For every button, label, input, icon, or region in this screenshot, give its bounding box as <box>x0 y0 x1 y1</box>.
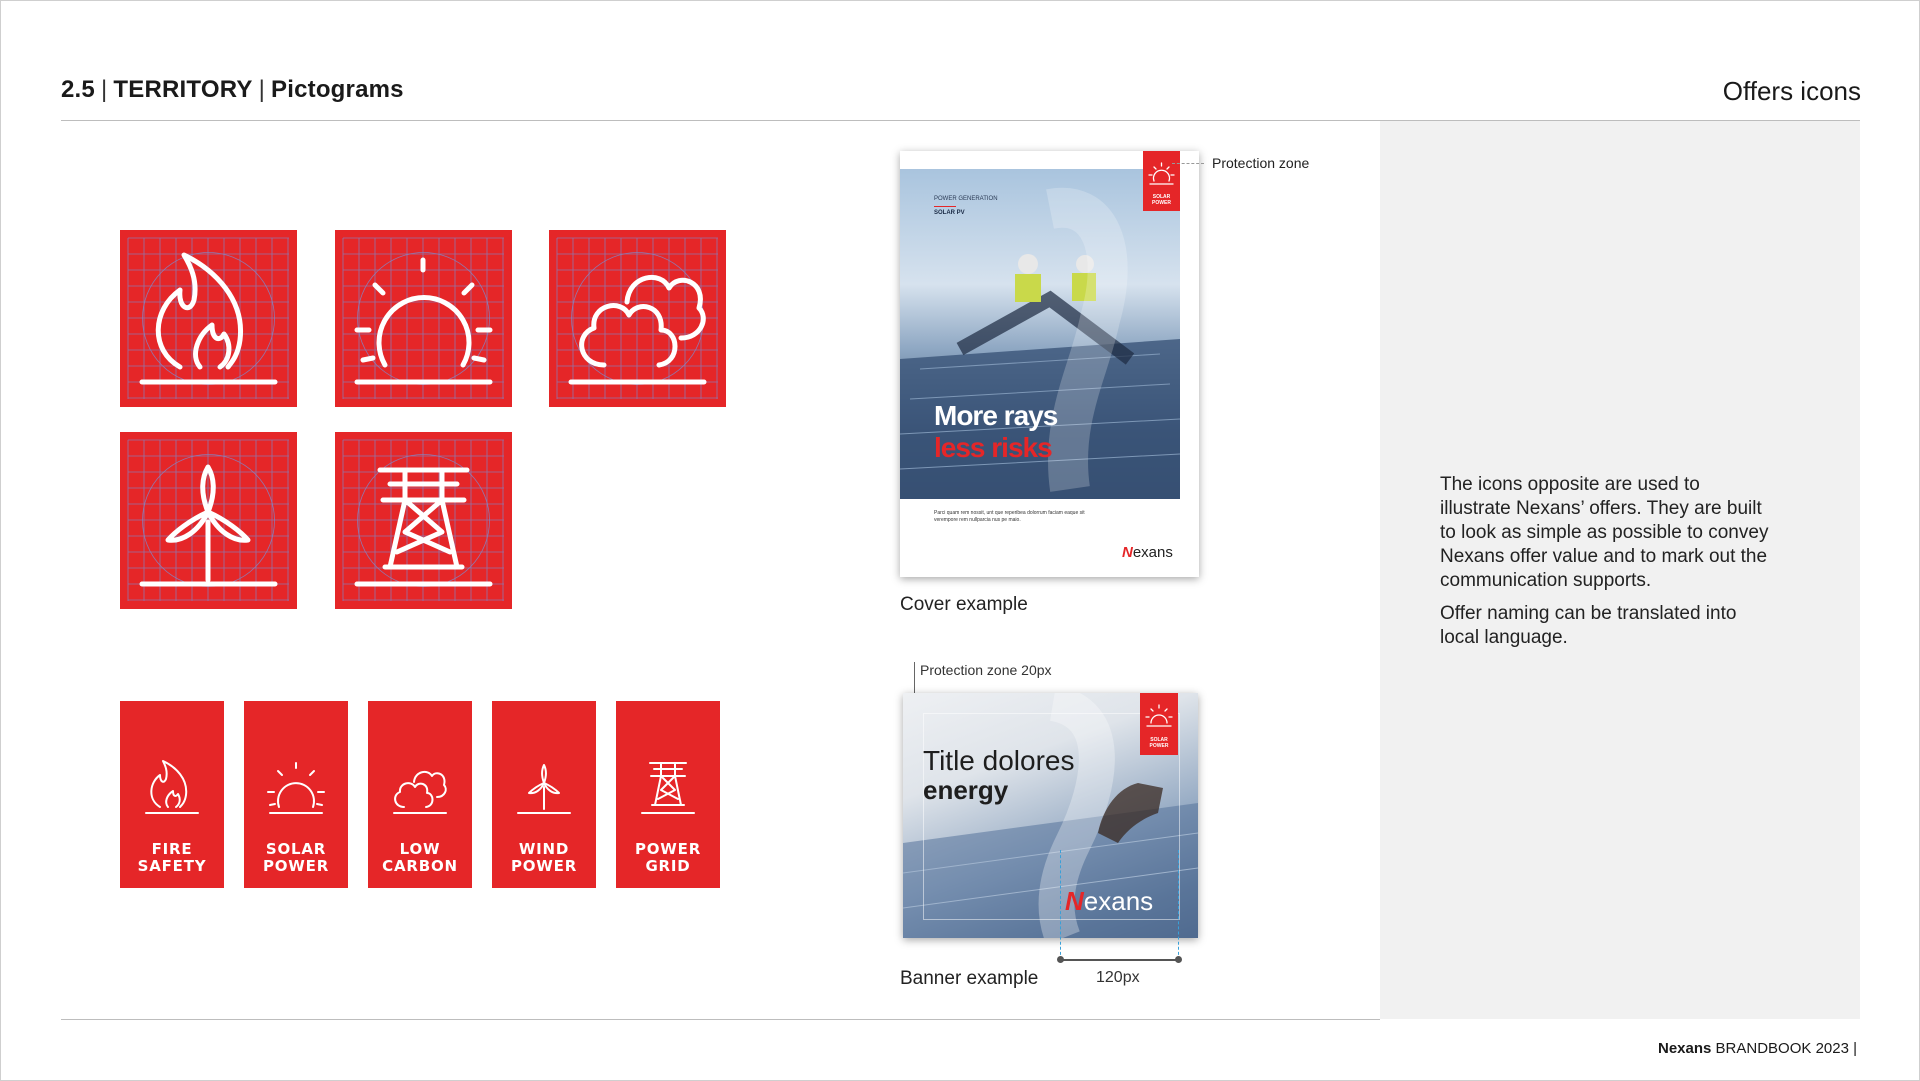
tile-label-line2: POWER <box>262 857 330 875</box>
cover-subcategory: SOLAR PV <box>934 210 965 216</box>
sun-icon <box>1148 162 1175 185</box>
dimension-label: 120px <box>1096 969 1140 986</box>
pylon-icon <box>641 762 695 814</box>
description: The icons opposite are used to illustrat… <box>1440 473 1770 659</box>
grid-wind-turbine-icon <box>120 432 297 609</box>
description-paragraph-2: Offer naming can be translated into loca… <box>1440 603 1737 648</box>
footer-text: BRANDBOOK 2023 | <box>1715 1040 1857 1057</box>
dimension-bar <box>1060 959 1178 961</box>
tile-solar-power: SOLAR POWER <box>244 701 348 888</box>
logo-initial: N <box>1065 886 1084 916</box>
topic-name: Pictograms <box>271 76 404 103</box>
flame-icon <box>145 760 199 814</box>
footer: Nexans BRANDBOOK 2023 | <box>1658 1040 1857 1057</box>
cover-body-text: Parci quam rem nossit, unt que reperibea… <box>934 510 1085 523</box>
sun-icon <box>267 762 325 814</box>
banner-title-line2: energy <box>923 775 1009 805</box>
tile-label-line2: CARBON <box>382 857 458 875</box>
banner-badge: SOLAR POWER <box>1140 693 1178 755</box>
section-number: 2.5 <box>61 76 95 103</box>
dimension-endpoint <box>1057 956 1064 963</box>
tile-label-line2: GRID <box>645 857 691 875</box>
grid-pylon-icon <box>335 432 512 609</box>
cover-logo: Nexans <box>1122 544 1173 561</box>
cover-badge-line2: POWER <box>1152 200 1171 206</box>
tile-power-grid: POWER GRID <box>616 701 720 888</box>
logo-rest: exans <box>1083 886 1154 916</box>
wind-turbine-icon <box>517 764 571 814</box>
tile-label-line1: FIRE <box>151 840 193 858</box>
cover-badge: SOLAR POWER <box>1143 151 1180 211</box>
tile-label-line2: POWER <box>510 857 578 875</box>
cover-category: POWER GENERATION <box>934 196 998 202</box>
tile-fire-safety: FIRE SAFETY <box>120 701 224 888</box>
dimension-endpoint <box>1175 956 1182 963</box>
chapter-name: TERRITORY <box>113 76 253 103</box>
cover-example: POWER GENERATION SOLAR PV More rays less… <box>900 151 1199 577</box>
tile-label-line1: POWER <box>634 840 702 858</box>
logo-initial: N <box>1122 544 1133 561</box>
bottom-divider <box>61 1019 1380 1020</box>
banner-caption: Banner example <box>900 968 1039 989</box>
cover-caption: Cover example <box>900 594 1028 615</box>
grid-sun-icon <box>335 230 512 407</box>
cover-headline-2: less risks <box>934 432 1053 463</box>
footer-brand: Nexans <box>1658 1040 1712 1057</box>
cloud-icon <box>393 770 447 814</box>
banner-protection-label: Protection zone 20px <box>920 662 1052 678</box>
description-paragraph-1: The icons opposite are used to illustrat… <box>1440 474 1769 591</box>
tile-label-line2: SAFETY <box>137 857 207 875</box>
dimension-guide-left <box>1060 850 1061 960</box>
sun-icon <box>1145 704 1173 727</box>
tile-wind-power: WIND POWER <box>492 701 596 888</box>
page-subtitle: Offers icons <box>1722 76 1861 106</box>
banner-title-line1: Title dolores <box>923 745 1075 776</box>
banner-badge-line2: POWER <box>1149 743 1169 749</box>
banner-logo: Nexans <box>1065 886 1153 917</box>
logo-rest: exans <box>1132 544 1173 561</box>
tile-low-carbon: LOW CARBON <box>368 701 472 888</box>
cover-divider <box>934 206 956 207</box>
grid-flame-icon <box>120 230 297 407</box>
page-title: 2.5 | TERRITORY | Pictograms <box>61 76 404 104</box>
title-separator: | <box>258 76 265 103</box>
tile-label-line1: WIND <box>518 840 570 858</box>
grid-cloud-icon <box>549 230 726 407</box>
cover-headline-1: More rays <box>934 400 1058 431</box>
banner-protection-marker <box>914 662 915 694</box>
protection-zone-marker <box>1172 163 1204 164</box>
tile-label-line1: LOW <box>399 840 441 858</box>
protection-zone-label: Protection zone <box>1212 155 1310 171</box>
banner-example: Title dolores energy SOLAR POWER Nexans <box>903 693 1198 938</box>
tile-label-line1: SOLAR <box>265 840 327 858</box>
dimension-guide-right <box>1178 850 1179 960</box>
title-separator: | <box>100 76 108 103</box>
